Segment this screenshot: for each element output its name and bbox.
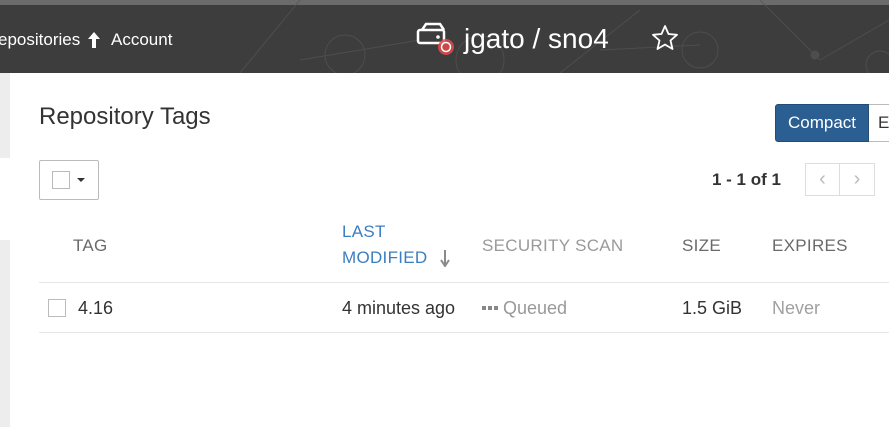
next-page-button[interactable]: › xyxy=(840,163,875,196)
expanded-view-button[interactable]: E xyxy=(869,104,889,142)
tag-name[interactable]: 4.16 xyxy=(78,297,113,319)
column-header-last-modified[interactable]: LAST MODIFIED xyxy=(342,219,450,271)
nav-account-label: Account xyxy=(111,30,173,49)
column-header-size[interactable]: SIZE xyxy=(682,233,721,259)
table-divider xyxy=(39,332,889,333)
hard-drive-icon xyxy=(416,22,454,55)
queued-dots-icon xyxy=(482,306,498,310)
star-outline-icon[interactable] xyxy=(650,23,680,53)
sidebar-strip-bottom xyxy=(0,240,10,427)
chevron-down-icon xyxy=(77,178,85,182)
repo-name: jgato / sno4 xyxy=(464,23,609,54)
pagination-controls: ‹ › xyxy=(805,163,875,196)
previous-page-button[interactable]: ‹ xyxy=(805,163,840,196)
column-header-last-modified-line2: MODIFIED xyxy=(342,248,428,267)
page-title: Repository Tags xyxy=(39,103,211,130)
row-checkbox[interactable] xyxy=(48,299,66,317)
nav-account-link[interactable]: Account xyxy=(87,30,172,50)
column-header-last-modified-line1: LAST xyxy=(342,222,386,241)
top-navbar: epositories Account jgato / sno4 xyxy=(0,0,889,73)
security-scan-cell: Queued xyxy=(482,297,567,319)
view-toggle: Compact E xyxy=(775,104,889,142)
column-header-expires[interactable]: EXPIRES xyxy=(772,233,848,259)
compact-view-button[interactable]: Compact xyxy=(775,104,869,142)
upload-arrow-icon xyxy=(88,32,100,48)
pagination-summary: 1 - 1 of 1 xyxy=(712,170,781,189)
column-header-security-scan: SECURITY SCAN xyxy=(482,236,624,255)
size-cell: 1.5 GiB xyxy=(682,298,743,318)
sort-descending-icon xyxy=(439,250,450,267)
sidebar-strip-top xyxy=(0,73,10,158)
table-divider xyxy=(39,282,889,283)
security-scan-status: Queued xyxy=(503,298,568,318)
select-all-dropdown[interactable] xyxy=(39,160,99,200)
column-header-tag[interactable]: TAG xyxy=(73,233,108,259)
repository-title: jgato / sno4 xyxy=(416,20,609,58)
expires-cell: Never xyxy=(772,298,821,318)
last-modified-cell: 4 minutes ago xyxy=(342,298,456,318)
nav-repositories-link[interactable]: epositories xyxy=(0,30,80,50)
select-all-checkbox[interactable] xyxy=(52,171,70,189)
